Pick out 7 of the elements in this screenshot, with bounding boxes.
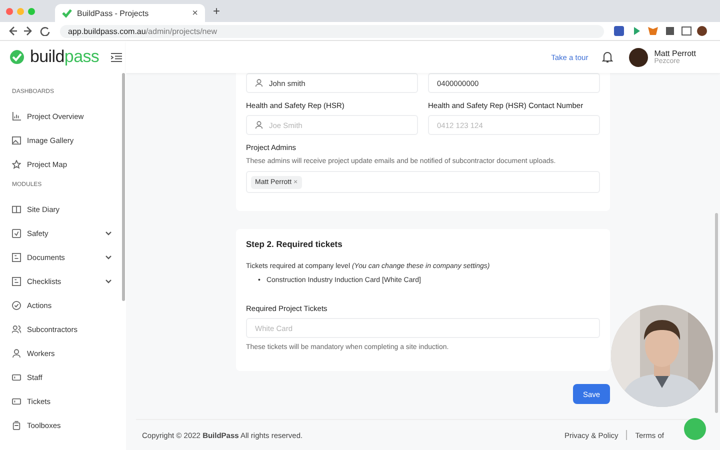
close-tab-button[interactable]: ×: [192, 8, 198, 18]
address-field[interactable]: app.buildpass.com.au/admin/projects/new: [60, 24, 604, 38]
user-name: Matt Perrott: [654, 49, 696, 58]
section-title: Step 2. Required tickets: [246, 239, 344, 249]
logo-text: buildpass: [30, 47, 100, 67]
browser-tab[interactable]: BuildPass - Projects ×: [55, 4, 205, 22]
new-tab-button[interactable]: +: [213, 4, 220, 18]
